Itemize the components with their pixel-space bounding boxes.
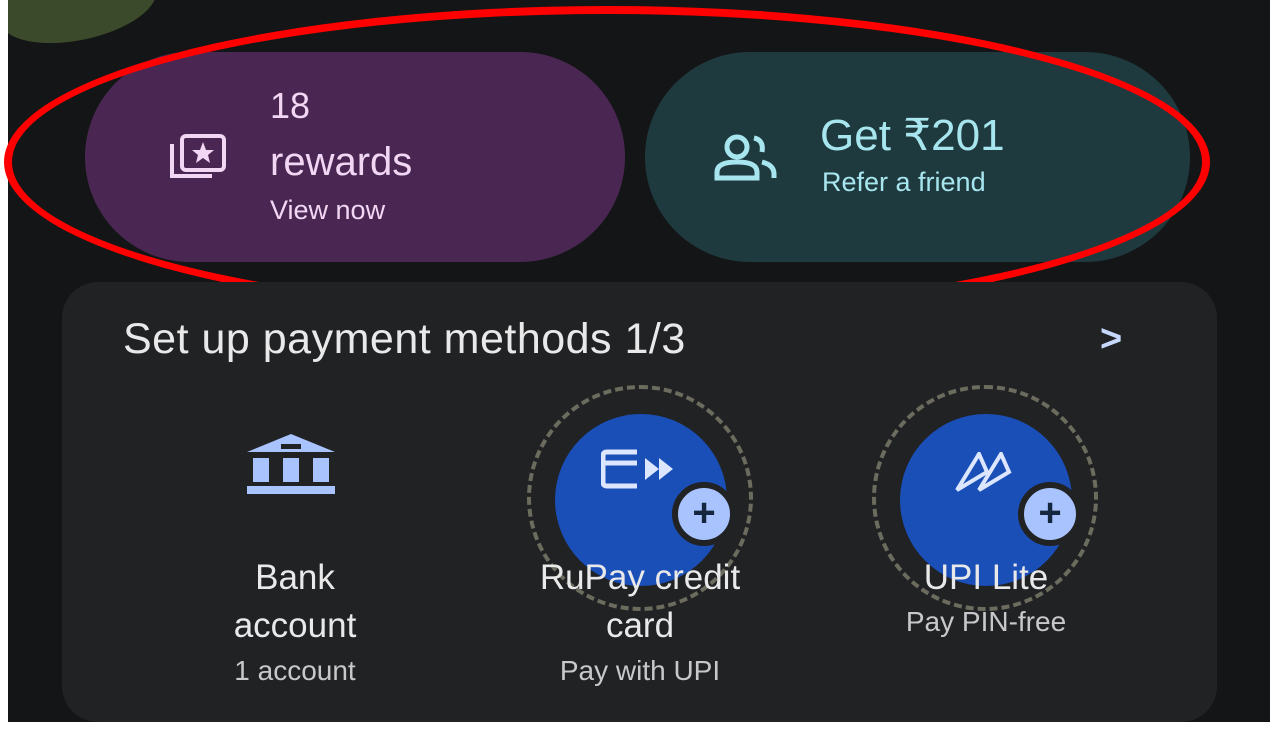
rewards-count: 18 — [270, 85, 311, 126]
bank-account-label-line2: account — [233, 606, 357, 645]
chevron-right-icon[interactable]: > — [1100, 318, 1122, 361]
bank-icon[interactable] — [245, 432, 337, 496]
credit-card-label-line1: RuPay credit — [539, 558, 741, 597]
upi-lite-icon — [955, 452, 1012, 492]
credit-card-subtitle: Pay with UPI — [559, 655, 721, 686]
rewards-label: rewards — [270, 140, 413, 184]
add-credit-card-plus-icon[interactable]: + — [672, 482, 736, 546]
bank-account-label-line1: Bank — [255, 558, 335, 597]
credit-card-label-line2: card — [605, 606, 675, 645]
upi-lite-subtitle: Pay PIN-free — [905, 606, 1067, 637]
referral-subtitle: Refer a friend — [822, 167, 986, 197]
rewards-view-now[interactable]: View now — [270, 195, 385, 226]
referral-amount: Get ₹201 — [820, 111, 1005, 160]
add-upi-lite-plus-icon[interactable]: + — [1018, 482, 1082, 546]
people-icon — [714, 134, 777, 181]
leaf-decoration — [8, 0, 164, 56]
upi-lite-label: UPI Lite — [923, 558, 1049, 597]
bank-account-subtitle: 1 account — [234, 655, 356, 686]
payment-setup-title: Set up payment methods 1/3 — [123, 315, 686, 363]
rewards-icon — [170, 134, 226, 178]
credit-card-icon — [601, 449, 673, 489]
